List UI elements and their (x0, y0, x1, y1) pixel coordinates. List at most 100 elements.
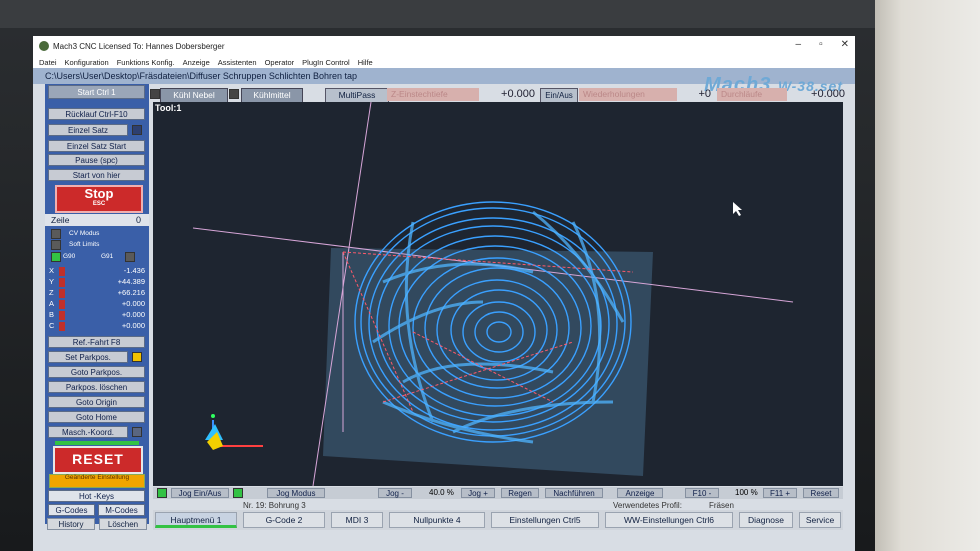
kuehlmittel-led (229, 89, 239, 99)
wiederholungen-label: Wiederholungen (579, 88, 677, 101)
maximize-icon[interactable]: ▫ (819, 39, 823, 50)
tab-g-code[interactable]: G-Code 2 (243, 512, 325, 528)
axis-value[interactable]: +44.389 (118, 277, 145, 286)
close-icon[interactable]: ✕ (841, 39, 849, 50)
app-icon (39, 41, 49, 51)
loeschen-button[interactable]: Löschen (99, 518, 147, 530)
jog-percent: 40.0 % (429, 488, 454, 497)
menu-funktions-konfig[interactable]: Funktions Konfig. (117, 58, 175, 67)
start-von-hier-button[interactable]: Start von hier (48, 169, 145, 181)
reset-indicator (55, 441, 139, 445)
soft-limits-label: Soft Limits (69, 241, 100, 248)
kuehlmittel-button[interactable]: Kühlmittel (241, 88, 303, 103)
menu-plugin-control[interactable]: PlugIn Control (302, 58, 350, 67)
feed-percent: 100 % (735, 488, 758, 497)
tab-ww-einstellungen[interactable]: WW-Einstellungen Ctrl6 (605, 512, 733, 528)
axis-gizmo (205, 414, 263, 450)
jog-minus-button[interactable]: Jog - (378, 488, 412, 498)
multipass-button[interactable]: MultiPass (325, 88, 389, 103)
jog-modus-button[interactable]: Jog Modus (267, 488, 325, 498)
ref-fahrt-button[interactable]: Ref.-Fahrt F8 (48, 336, 145, 348)
axis-label: A (49, 299, 55, 308)
tab-hauptmenue[interactable]: Hauptmenü 1 (155, 512, 237, 528)
goto-home-button[interactable]: Goto Home (48, 411, 145, 423)
set-parkpos-led (132, 352, 142, 362)
status-line: Nr. 19: Bohrung 3 (243, 501, 306, 510)
dro-row-a: A +0.000 (45, 299, 149, 310)
ruecklauf-button[interactable]: Rücklauf Ctrl-F10 (48, 108, 145, 120)
axis-label: X (49, 266, 55, 275)
durchlaeufe-value: +0.000 (811, 88, 845, 100)
m-codes-button[interactable]: M-Codes (98, 504, 145, 516)
soft-limits-led (51, 240, 61, 250)
jog-ein-aus-button[interactable]: Jog Ein/Aus (171, 488, 229, 498)
axis-led (59, 300, 65, 309)
menu-assistenten[interactable]: Assistenten (218, 58, 257, 67)
ein-aus-button[interactable]: Ein/Aus (540, 88, 578, 103)
reset-button[interactable]: RESET (53, 446, 143, 474)
masch-koord-led (132, 427, 142, 437)
axis-led (59, 322, 65, 331)
toolpath-viewport[interactable]: Tool:1 (153, 102, 843, 486)
durchlaeufe-label: Durchläufe (717, 88, 787, 101)
tab-nullpunkte[interactable]: Nullpunkte 4 (389, 512, 485, 528)
axis-led (59, 311, 65, 320)
kuehl-nebel-led (150, 89, 160, 99)
tab-einstellungen[interactable]: Einstellungen Ctrl5 (491, 512, 599, 528)
axis-value[interactable]: -1.436 (124, 266, 145, 275)
axis-led (59, 267, 65, 276)
wiederholungen-value: +0 (698, 88, 711, 100)
tab-mdi[interactable]: MDI 3 (331, 512, 383, 528)
screen: Mach3 CNC Licensed To: Hannes Dobersberg… (33, 36, 855, 551)
nachfuehren-button[interactable]: Nachführen (545, 488, 603, 498)
zeile-label: Zeile (51, 215, 70, 225)
menu-konfiguration[interactable]: Konfiguration (65, 58, 109, 67)
g-codes-button[interactable]: G-Codes (48, 504, 95, 516)
menu-hilfe[interactable]: Hilfe (358, 58, 373, 67)
set-parkpos-button[interactable]: Set Parkpos. (48, 351, 128, 363)
goto-origin-button[interactable]: Goto Origin (48, 396, 145, 408)
dro-row-c: C +0.000 (45, 321, 149, 332)
jog-plus-button[interactable]: Jog + (461, 488, 495, 498)
axis-value[interactable]: +0.000 (122, 299, 145, 308)
stop-label: Stop (84, 186, 114, 201)
menu-operator[interactable]: Operator (265, 58, 295, 67)
axis-value[interactable]: +0.000 (122, 321, 145, 330)
parkpos-loeschen-button[interactable]: Parkpos. löschen (48, 381, 145, 393)
stop-button[interactable]: Stop ESC (55, 185, 143, 213)
menu-datei[interactable]: Datei (39, 58, 57, 67)
f11-plus-button[interactable]: F11 + (763, 488, 797, 498)
menu-anzeige[interactable]: Anzeige (183, 58, 210, 67)
axis-value[interactable]: +0.000 (122, 310, 145, 319)
dro-row-z: Z +66.216 (45, 288, 149, 299)
mouse-cursor (733, 202, 742, 216)
title-bar: Mach3 CNC Licensed To: Hannes Dobersberg… (33, 36, 855, 56)
tab-diagnose[interactable]: Diagnose (739, 512, 793, 528)
einzel-satz-button[interactable]: Einzel Satz (48, 124, 128, 136)
cv-modus-led (51, 229, 61, 239)
masch-koord-button[interactable]: Masch.-Koord. (48, 426, 128, 438)
history-button[interactable]: History (47, 518, 95, 530)
start-button[interactable]: Start Ctrl 1 (48, 85, 145, 99)
window-title: Mach3 CNC Licensed To: Hannes Dobersberg… (53, 41, 225, 51)
anzeige-button[interactable]: Anzeige (617, 488, 663, 498)
pause-button[interactable]: Pause (spc) (48, 154, 145, 166)
profil-value: Fräsen (709, 501, 734, 510)
cv-modus-label: CV Modus (69, 230, 100, 237)
z-einstech-value: +0.000 (501, 88, 535, 100)
goto-parkpos-button[interactable]: Goto Parkpos. (48, 366, 145, 378)
hot-keys-button[interactable]: Hot -Keys (48, 490, 145, 502)
stop-sub-label: ESC (92, 201, 106, 207)
dro-row-b: B +0.000 (45, 310, 149, 321)
g90-label: G90 (63, 253, 76, 260)
minimize-icon[interactable]: – (796, 39, 802, 50)
dro-row-x: X -1.436 (45, 266, 149, 277)
einzel-satz-start-button[interactable]: Einzel Satz Start (48, 140, 145, 152)
f10-minus-button[interactable]: F10 - (685, 488, 719, 498)
tab-service[interactable]: Service (799, 512, 841, 528)
axis-value[interactable]: +66.216 (118, 288, 145, 297)
reset-small-button[interactable]: Reset (803, 488, 839, 498)
tool-label: Tool:1 (155, 103, 182, 113)
regen-button[interactable]: Regen (501, 488, 539, 498)
kuehl-nebel-button[interactable]: Kühl Nebel (160, 88, 228, 103)
